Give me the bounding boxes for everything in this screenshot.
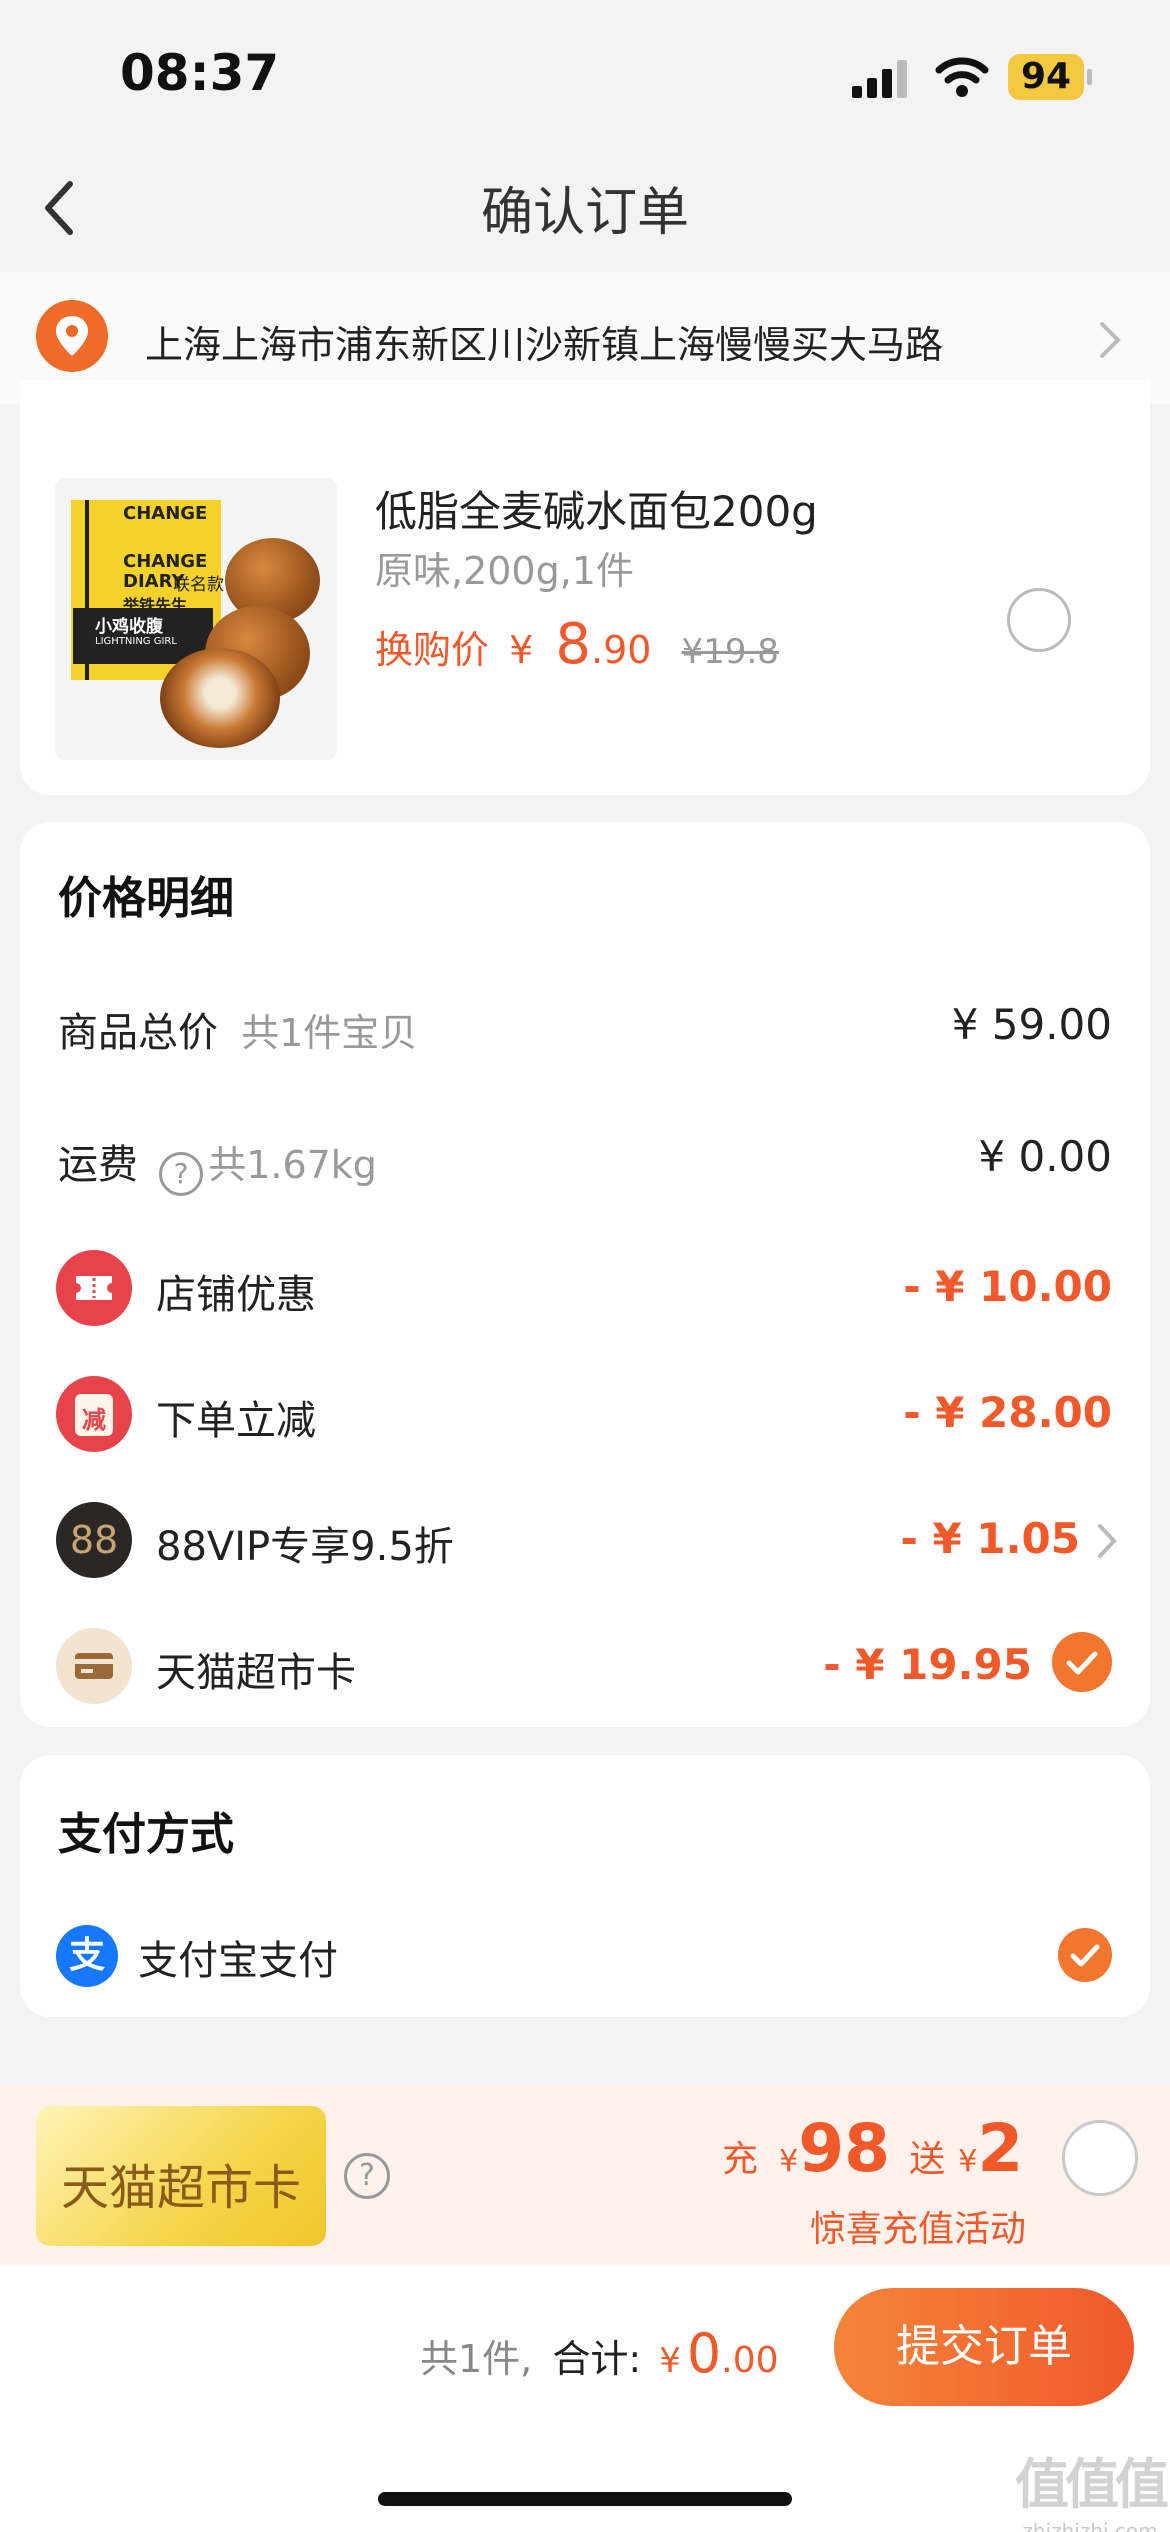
price-integer: 8 bbox=[555, 612, 592, 677]
watermark-glyphs: 值值值 bbox=[1015, 2453, 1169, 2516]
total-label: 合计: bbox=[552, 2337, 642, 2381]
price-currency: ¥ bbox=[509, 628, 534, 672]
check-icon[interactable] bbox=[1058, 1928, 1112, 1982]
row-label: 商品总价 bbox=[58, 1010, 218, 1056]
row-value: - ¥ 28.00 bbox=[903, 1388, 1112, 1437]
recharge-offer: 充 ¥98 送 ¥2 bbox=[722, 2110, 1023, 2187]
gift-label: 送 bbox=[909, 2139, 946, 2180]
page-title: 确认订单 bbox=[480, 183, 689, 243]
alipay-icon: 支 bbox=[56, 1925, 118, 1987]
total-currency: ¥ bbox=[659, 2341, 681, 2381]
product-price: 换购价 ¥ 8.90 ¥19.8 bbox=[375, 612, 779, 677]
question-icon[interactable]: ? bbox=[159, 1151, 204, 1196]
check-icon[interactable] bbox=[1052, 1632, 1112, 1692]
battery-level: 94 bbox=[1020, 56, 1072, 97]
location-pin-icon bbox=[36, 300, 108, 372]
recharge-subtitle: 惊喜充值活动 bbox=[810, 2209, 1027, 2250]
signal-icon bbox=[852, 60, 907, 98]
package-line-3: LIGHTNING GIRL bbox=[95, 636, 177, 647]
row-label: 运费 bbox=[58, 1142, 138, 1188]
row-label: 店铺优惠 bbox=[156, 1272, 316, 1318]
gift-currency: ¥ bbox=[958, 2144, 978, 2179]
reduce-icon: 减 bbox=[56, 1376, 132, 1452]
price-detail-title: 价格明细 bbox=[58, 873, 234, 924]
total-integer: 0 bbox=[686, 2322, 722, 2385]
row-value: - ¥ 19.95 bbox=[823, 1640, 1032, 1689]
row-value: - ¥ 10.00 bbox=[903, 1262, 1112, 1311]
row-value: ¥ 59.00 bbox=[951, 1000, 1112, 1049]
package-line-2: 小鸡收腹 bbox=[95, 617, 163, 637]
row-sub: 共1件宝贝 bbox=[241, 1011, 418, 1055]
product-spec: 原味,200g,1件 bbox=[375, 549, 634, 593]
gift-amount: 2 bbox=[977, 2110, 1024, 2187]
total-decimal: .00 bbox=[721, 2340, 779, 2381]
product-title: 低脂全麦碱水面包200g bbox=[375, 487, 818, 536]
charge-label: 充 bbox=[722, 2139, 759, 2180]
status-time: 08:37 bbox=[120, 44, 280, 102]
row-value[interactable]: - ¥ 1.05 bbox=[900, 1514, 1080, 1563]
product-image: CHANGE CHANGE DIARY 联名款 举铁先生 小鸡收腹 LIGHTN… bbox=[55, 478, 337, 760]
payment-title: 支付方式 bbox=[58, 1809, 234, 1860]
card-icon bbox=[56, 1628, 132, 1704]
recharge-select-radio[interactable] bbox=[1062, 2120, 1138, 2196]
row-sub: 共1.67kg bbox=[208, 1143, 377, 1187]
row-label: 88VIP专享9.5折 bbox=[156, 1524, 454, 1570]
submit-order-button[interactable]: 提交订单 bbox=[834, 2288, 1134, 2406]
item-count: 共1件, bbox=[420, 2337, 533, 2381]
charge-currency: ¥ bbox=[779, 2144, 799, 2179]
reduce-icon-glyph: 减 bbox=[82, 1406, 106, 1434]
battery-indicator: 94 bbox=[1008, 54, 1092, 100]
question-icon[interactable]: ? bbox=[344, 2153, 390, 2199]
product-select-radio[interactable] bbox=[1007, 588, 1071, 652]
tmall-card-label: 天猫超市卡 bbox=[60, 2160, 301, 2216]
watermark: 值值值 zhizhizhi.com bbox=[1010, 2440, 1170, 2532]
charge-amount: 98 bbox=[798, 2110, 891, 2187]
watermark-url: zhizhizhi.com bbox=[1022, 2519, 1158, 2532]
chevron-right-icon bbox=[1100, 322, 1121, 358]
row-label: 天猫超市卡 bbox=[156, 1650, 356, 1696]
row-shipping: 运费 ? 共1.67kg bbox=[58, 1132, 377, 1196]
payment-method[interactable]: 支付宝支付 bbox=[138, 1928, 338, 1986]
row-value: ¥ 0.00 bbox=[978, 1132, 1112, 1181]
wifi-icon bbox=[935, 57, 989, 97]
chevron-right-icon[interactable] bbox=[1096, 1522, 1118, 1560]
ticket-icon bbox=[56, 1250, 132, 1326]
price-decimal: .90 bbox=[591, 628, 652, 672]
row-goods-total: 商品总价 共1件宝贝 bbox=[58, 1000, 417, 1058]
original-price: ¥19.8 bbox=[681, 632, 779, 672]
package-brand: CHANGE bbox=[123, 551, 208, 572]
vip-icon: 88 bbox=[56, 1502, 132, 1578]
price-label: 换购价 bbox=[375, 628, 490, 672]
address-text: 上海上海市浦东新区川沙新镇上海慢慢买大马路 bbox=[145, 323, 944, 367]
order-total: 共1件, 合计: ¥0.00 bbox=[420, 2322, 779, 2385]
package-brand: CHANGE bbox=[123, 503, 208, 524]
home-indicator bbox=[378, 2492, 792, 2506]
row-label: 下单立减 bbox=[156, 1398, 316, 1444]
